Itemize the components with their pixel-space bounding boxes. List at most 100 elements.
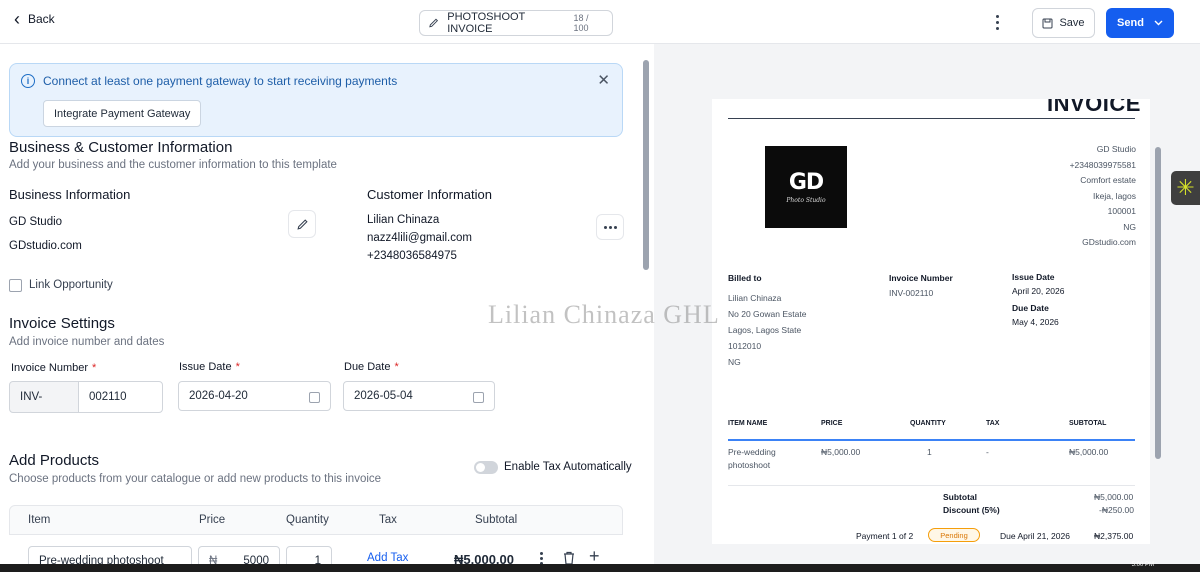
add-row-icon[interactable]: + <box>589 546 600 564</box>
preview-business-line: GDstudio.com <box>1082 237 1136 247</box>
preview-item-price: ₦5,000.00 <box>821 447 861 457</box>
invoice-number-prefix: INV- <box>9 381 79 413</box>
edit-business-button[interactable] <box>288 210 316 238</box>
calendar-icon <box>473 392 484 403</box>
chevron-down-icon <box>1154 20 1163 26</box>
issue-date-value: 2026-04-20 <box>189 390 248 402</box>
link-opportunity-checkbox[interactable] <box>9 279 22 292</box>
business-website: GDstudio.com <box>9 240 82 252</box>
preview-billed-line: No 20 Gowan Estate <box>728 309 807 319</box>
taskbar: 5:00 PM <box>0 562 1200 572</box>
product-quantity-input[interactable]: 1 <box>286 546 332 564</box>
back-label: Back <box>28 12 55 26</box>
business-name: GD Studio <box>9 216 63 228</box>
preview-scrollbar[interactable] <box>1154 99 1162 544</box>
preview-billed-line: Lilian Chinaza <box>728 293 782 303</box>
divider <box>728 485 1135 486</box>
subtotal-value: ₦5,000.00 <box>1094 492 1134 502</box>
preview-col-price: PRICE <box>821 420 843 427</box>
send-button[interactable]: Send <box>1106 8 1174 38</box>
asterisk-widget-icon[interactable]: ✳ <box>1171 171 1200 205</box>
business-logo: GD Photo Studio <box>765 146 847 228</box>
pencil-icon <box>429 18 439 28</box>
payment-label: Payment 1 of 2 <box>856 531 914 541</box>
payment-gateway-banner: i Connect at least one payment gateway t… <box>9 63 623 137</box>
preview-item-qty: 1 <box>927 447 932 457</box>
save-label: Save <box>1059 17 1085 29</box>
payment-due-line: Due April 21, 2026 <box>1000 531 1070 541</box>
preview-col-item: ITEM NAME <box>728 420 768 427</box>
invoice-preview: INVOICE GD Photo Studio GD Studio +234803… <box>712 99 1150 544</box>
customer-email: nazz4lili@gmail.com <box>367 232 472 244</box>
document-title-field[interactable]: PHOTOSHOOT INVOICE 18 / 100 <box>419 10 613 36</box>
close-icon[interactable]: ✕ <box>597 71 610 89</box>
enable-tax-toggle[interactable] <box>474 461 498 474</box>
trash-icon[interactable] <box>562 551 576 564</box>
column-header-quantity: Quantity <box>286 514 329 526</box>
preview-business-line: GD Studio <box>1096 144 1136 154</box>
floppy-disk-icon <box>1042 18 1053 28</box>
business-info-heading: Business Information <box>9 187 131 202</box>
due-date-label: Due Date * <box>344 361 399 373</box>
column-header-item: Item <box>28 514 51 526</box>
customer-info-heading: Customer Information <box>367 187 492 202</box>
preview-item-tax: - <box>986 447 989 457</box>
products-table-header: Item Price Quantity Tax Subtotal <box>9 505 623 535</box>
preview-billed-line: 1012010 <box>728 341 762 351</box>
preview-business-line: NG <box>1123 221 1136 232</box>
preview-panel: INVOICE GD Photo Studio GD Studio +234803… <box>654 44 1200 564</box>
invoice-number-label: Invoice Number * <box>11 362 97 374</box>
add-tax-link[interactable]: Add Tax <box>367 552 408 564</box>
customer-name: Lilian Chinaza <box>367 214 440 226</box>
preview-item-name-line1: Pre-wedding <box>728 447 776 457</box>
save-button[interactable]: Save <box>1032 8 1095 38</box>
currency-symbol: ₦ <box>209 555 218 564</box>
preview-col-quantity: QUANTITY <box>910 420 946 427</box>
payment-amount: ₦2,375.00 <box>1094 531 1134 541</box>
column-header-subtotal: Subtotal <box>475 514 518 526</box>
product-subtotal: ₦5,000.00 <box>454 552 514 564</box>
due-date-input[interactable]: 2026-05-04 <box>343 381 495 411</box>
invoice-number-value: INV-002110 <box>889 288 934 298</box>
back-button[interactable]: ‹ Back <box>14 10 55 28</box>
banner-message: Connect at least one payment gateway to … <box>43 74 398 88</box>
integrate-gateway-button[interactable]: Integrate Payment Gateway <box>43 100 202 127</box>
send-label: Send <box>1117 17 1144 29</box>
enable-tax-label: Enable Tax Automatically <box>504 461 632 473</box>
section-subtitle-invoice-settings: Add invoice number and dates <box>9 336 165 348</box>
more-options-icon[interactable] <box>990 12 1004 32</box>
due-date-value: May 4, 2026 <box>1012 317 1059 327</box>
title-char-counter: 18 / 100 <box>573 13 589 33</box>
chevron-left-icon: ‹ <box>14 9 20 29</box>
due-date-value: 2026-05-04 <box>354 390 413 402</box>
customer-more-options-icon[interactable] <box>596 214 624 240</box>
customer-phone: +2348036584975 <box>367 250 457 262</box>
column-header-tax: Tax <box>379 514 397 526</box>
document-title: PHOTOSHOOT INVOICE <box>447 11 526 35</box>
section-subtitle-business-customer: Add your business and the customer infor… <box>9 159 337 171</box>
section-subtitle-add-products: Choose products from your catalogue or a… <box>9 473 382 485</box>
watermark: Lilian Chinaza GHL <box>488 300 720 329</box>
section-title-invoice-settings: Invoice Settings <box>9 315 115 332</box>
status-badge: Pending <box>928 528 980 542</box>
preview-business-line: 100001 <box>1107 206 1136 216</box>
product-item-input[interactable]: Pre-wedding photoshoot <box>28 546 192 564</box>
top-bar: ‹ Back PHOTOSHOOT INVOICE 18 / 100 Save … <box>0 0 1200 44</box>
preview-billed-line: Lagos, Lagos State <box>728 325 802 335</box>
discount-label: Discount (5%) <box>943 505 1000 515</box>
product-price-input[interactable]: ₦ 5000 <box>198 546 280 564</box>
product-price-value: 5000 <box>243 555 269 564</box>
subtotal-label: Subtotal <box>943 492 977 502</box>
link-opportunity-label: Link Opportunity <box>29 279 113 291</box>
pencil-icon <box>296 218 308 230</box>
taskbar-clock: 5:00 PM <box>1131 562 1154 568</box>
issue-date-input[interactable]: 2026-04-20 <box>178 381 331 411</box>
issue-date-label: Issue Date <box>1012 272 1055 282</box>
invoice-number-input[interactable]: 002110 <box>78 381 163 413</box>
section-title-add-products: Add Products <box>9 452 100 469</box>
preview-item-name-line2: photoshoot <box>728 460 771 470</box>
row-more-options-icon[interactable] <box>540 552 543 564</box>
info-icon: i <box>21 74 35 88</box>
preview-business-line: +2348039975581 <box>1069 159 1136 170</box>
preview-col-subtotal: SUBTOTAL <box>1069 420 1107 427</box>
